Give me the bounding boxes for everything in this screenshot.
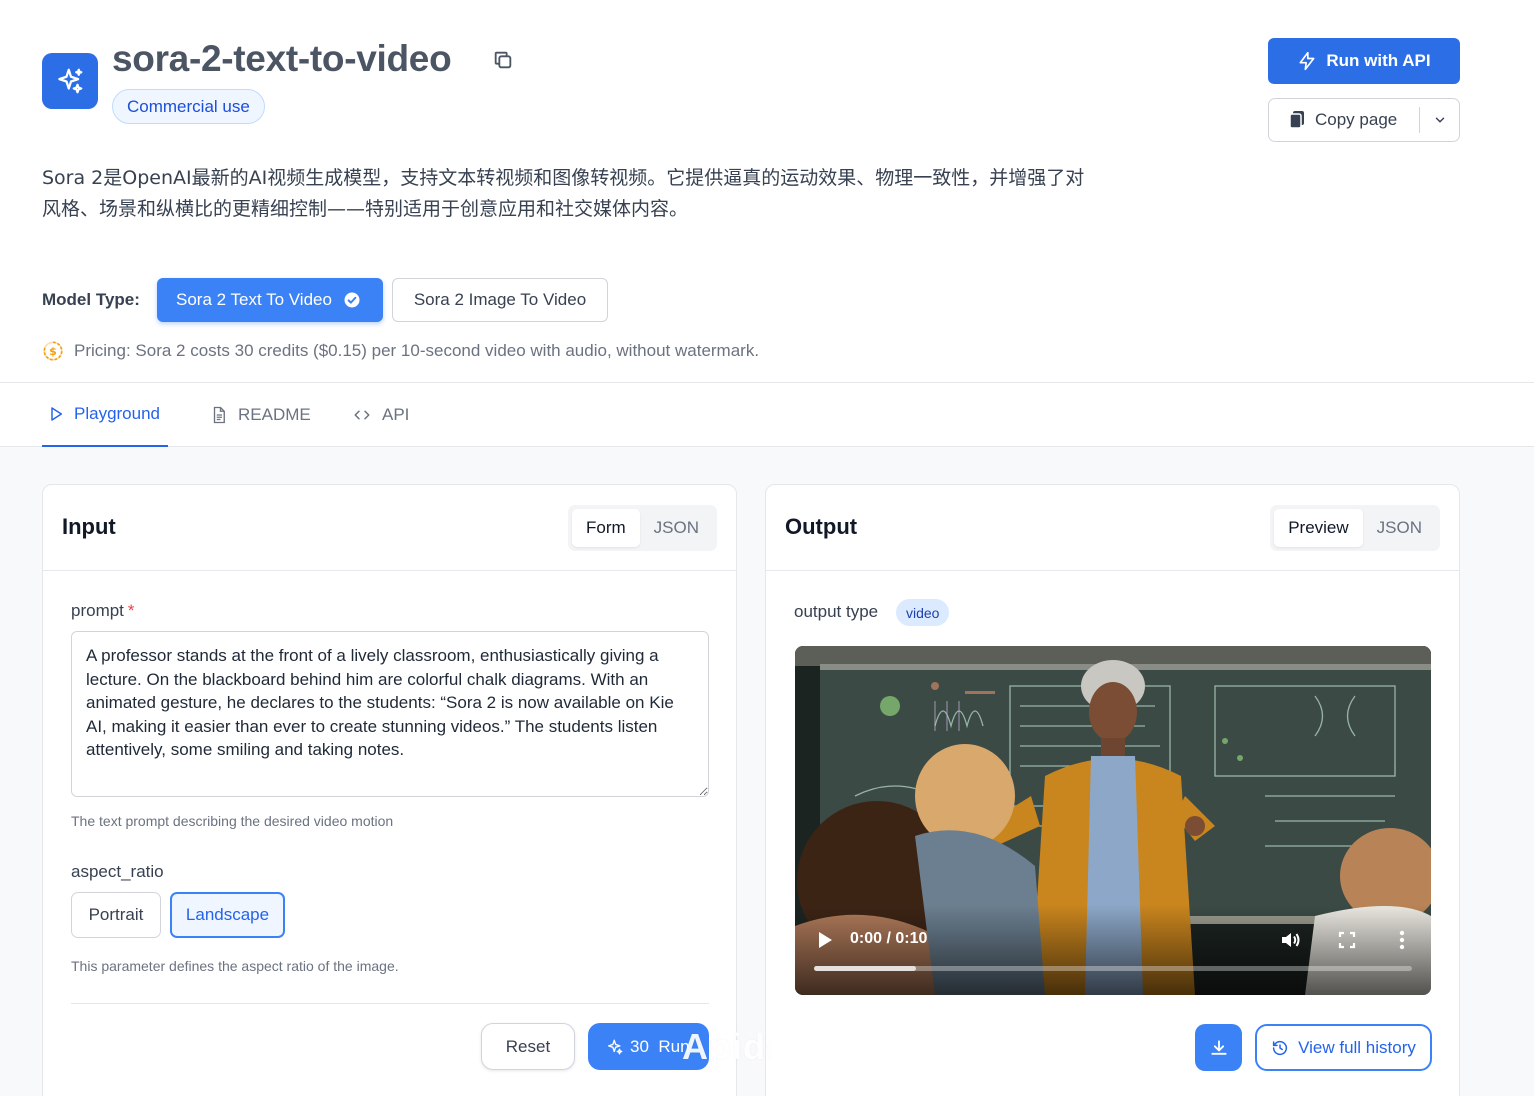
copy-page-label: Copy page xyxy=(1315,110,1398,129)
document-icon xyxy=(213,406,225,424)
input-panel-header: Input Form JSON xyxy=(43,485,736,571)
output-type-label: output type xyxy=(794,602,879,621)
output-preview-tab[interactable]: Preview xyxy=(1274,509,1363,547)
output-type-badge: video xyxy=(896,599,950,626)
prompt-field-label: prompt * xyxy=(71,601,135,621)
commercial-use-badge: Commercial use xyxy=(112,89,265,124)
input-form-tab[interactable]: Form xyxy=(571,509,640,547)
chevron-down-icon xyxy=(1435,117,1444,123)
coin-icon: $ xyxy=(43,341,63,361)
aspect-ratio-hint: This parameter defines the aspect ratio … xyxy=(71,958,399,974)
pricing-text: Pricing: Sora 2 costs 30 credits ($0.15)… xyxy=(74,341,760,360)
view-full-history-button[interactable]: View full history xyxy=(1255,1024,1432,1071)
pricing-note: $ Pricing: Sora 2 costs 30 credits ($0.1… xyxy=(42,340,759,362)
sparkles-icon xyxy=(607,1039,623,1054)
tab-bar: Playground README API xyxy=(0,382,1534,447)
prompt-hint: The text prompt describing the desired v… xyxy=(71,813,394,829)
output-json-tab[interactable]: JSON xyxy=(1363,509,1436,547)
model-description: Sora 2是OpenAI最新的AI视频生成模型，支持文本转视频和图像转视频。它… xyxy=(42,167,1085,220)
tab-api[interactable]: API xyxy=(352,383,409,447)
sparkles-icon xyxy=(58,68,83,94)
input-panel-title: Input xyxy=(62,514,116,539)
run-with-api-button[interactable]: Run with API xyxy=(1268,38,1460,84)
run-with-api-label: Run with API xyxy=(1326,51,1431,70)
tab-playground[interactable]: Playground xyxy=(42,383,168,447)
model-type-image-to-video-button[interactable]: Sora 2 Image To Video xyxy=(392,278,608,322)
output-view-toggle: Preview JSON xyxy=(1270,505,1440,551)
aspect-ratio-landscape-button[interactable]: Landscape xyxy=(170,892,285,938)
video-time: 0:00 / 0:10 xyxy=(850,930,928,947)
prompt-textarea[interactable]: A professor stands at the front of a liv… xyxy=(71,631,709,797)
required-marker: * xyxy=(127,601,135,620)
code-icon xyxy=(354,410,370,420)
run-button[interactable]: 30 Run xyxy=(588,1023,709,1070)
volume-icon[interactable] xyxy=(1279,928,1303,952)
video-buffer-bar xyxy=(814,966,916,971)
download-icon xyxy=(1210,1039,1227,1055)
view-full-history-label: View full history xyxy=(1298,1037,1416,1057)
video-player[interactable]: 0:00 / 0:10 xyxy=(795,646,1431,995)
input-panel: Input Form JSON prompt * A professor stan… xyxy=(42,484,737,1096)
output-panel-title: Output xyxy=(785,514,858,539)
copy-page-icon xyxy=(1289,111,1304,129)
form-divider xyxy=(71,1003,709,1004)
aspect-ratio-portrait-button[interactable]: Portrait xyxy=(71,892,161,938)
history-icon xyxy=(1272,1040,1288,1055)
model-type-label: Model Type: xyxy=(42,290,140,309)
video-progress-track[interactable] xyxy=(814,966,1412,971)
svg-text:$: $ xyxy=(49,345,57,358)
tab-readme[interactable]: README xyxy=(210,383,311,447)
fullscreen-icon[interactable] xyxy=(1336,929,1358,951)
input-view-toggle: Form JSON xyxy=(567,505,717,551)
output-panel-header: Output Preview JSON xyxy=(766,485,1459,571)
lightning-icon xyxy=(1299,51,1315,71)
app-logo xyxy=(42,53,98,109)
model-type-text-to-video-button[interactable]: Sora 2 Text To Video xyxy=(157,278,383,322)
output-panel: Output Preview JSON output type video 0:… xyxy=(765,484,1460,1096)
tab-api-label: API xyxy=(382,405,410,424)
copy-page-dropdown-button[interactable] xyxy=(1420,99,1459,141)
more-options-icon[interactable] xyxy=(1393,929,1411,951)
download-button[interactable] xyxy=(1195,1024,1242,1071)
reset-button[interactable]: Reset xyxy=(481,1023,575,1070)
copy-icon[interactable] xyxy=(490,47,516,73)
prompt-label-text: prompt xyxy=(71,601,124,620)
tab-playground-label: Playground xyxy=(74,404,161,423)
tab-readme-label: README xyxy=(238,405,311,424)
copy-page-button[interactable]: Copy page xyxy=(1269,99,1419,141)
copy-page-control: Copy page xyxy=(1268,98,1460,142)
check-circle-icon xyxy=(344,292,360,308)
play-icon[interactable] xyxy=(815,930,835,950)
model-type-option-label: Sora 2 Text To Video xyxy=(176,290,332,309)
run-button-label: 30 Run xyxy=(630,1036,690,1056)
input-json-tab[interactable]: JSON xyxy=(640,509,713,547)
play-icon xyxy=(51,407,63,421)
aspect-ratio-label: aspect_ratio xyxy=(71,862,164,881)
page-title: sora-2-text-to-video xyxy=(112,38,452,79)
